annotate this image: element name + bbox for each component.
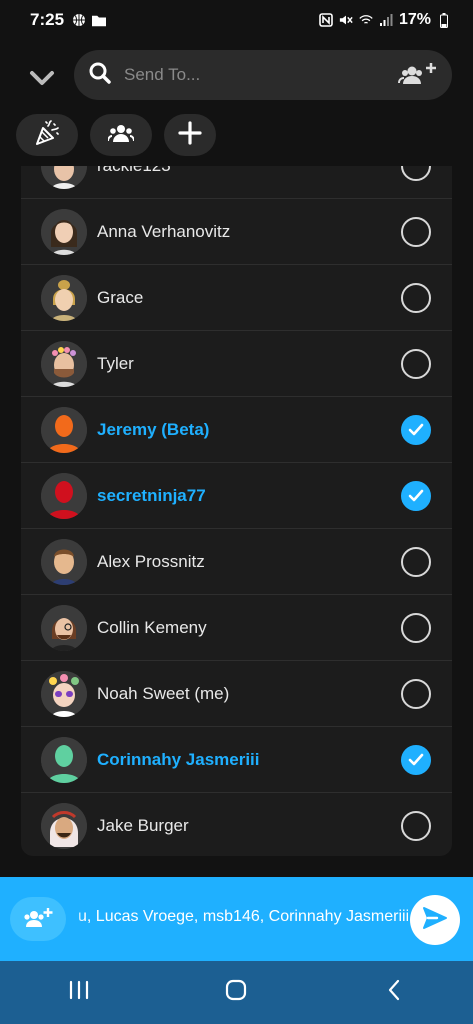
contact-name: rackie123 bbox=[97, 166, 171, 176]
avatar bbox=[41, 472, 87, 519]
battery-percent: 17% bbox=[398, 11, 431, 28]
select-checkbox[interactable] bbox=[401, 216, 431, 247]
contact-list: rackie123 Anna Verhanovitz Grace Tyler J… bbox=[21, 166, 452, 856]
contact-row[interactable]: Alex Prossnitz bbox=[21, 529, 452, 595]
status-left-icons bbox=[72, 13, 107, 27]
send-bar: u, Lucas Vroege, msb146, Corinnahy Jasme… bbox=[0, 877, 473, 961]
party-popper-icon bbox=[34, 119, 60, 151]
avatar bbox=[41, 406, 87, 453]
select-checkbox[interactable] bbox=[401, 282, 431, 313]
back-button[interactable] bbox=[364, 971, 424, 1015]
select-checkbox[interactable] bbox=[401, 612, 431, 643]
search-bar[interactable]: Send To... bbox=[74, 50, 452, 100]
select-checkbox[interactable] bbox=[401, 480, 431, 511]
contact-row[interactable]: Noah Sweet (me) bbox=[21, 661, 452, 727]
send-to-header: Send To... bbox=[0, 40, 473, 166]
contact-row[interactable]: Grace bbox=[21, 265, 452, 331]
status-right: 17% bbox=[319, 11, 451, 29]
add-group-icon bbox=[22, 906, 54, 933]
home-icon bbox=[225, 979, 247, 1006]
basketball-icon bbox=[72, 13, 86, 27]
recent-apps-button[interactable] bbox=[49, 971, 109, 1015]
system-nav-bar bbox=[0, 961, 473, 1024]
wifi-icon bbox=[359, 13, 373, 27]
send-button[interactable] bbox=[410, 895, 460, 945]
select-checkbox[interactable] bbox=[401, 546, 431, 577]
status-time: 7:25 bbox=[30, 10, 65, 29]
signal-icon bbox=[379, 13, 393, 27]
nfc-icon bbox=[319, 13, 333, 27]
contact-row[interactable]: Collin Kemeny bbox=[21, 595, 452, 661]
contact-row[interactable]: rackie123 bbox=[21, 166, 452, 199]
group-icon bbox=[107, 123, 135, 148]
avatar bbox=[41, 340, 87, 387]
contact-name: Noah Sweet (me) bbox=[97, 683, 230, 703]
checkmark-icon bbox=[408, 753, 424, 765]
select-checkbox[interactable] bbox=[401, 348, 431, 379]
send-arrow-icon bbox=[421, 905, 449, 936]
contact-name: Grace bbox=[97, 287, 144, 307]
party-button[interactable] bbox=[16, 114, 78, 156]
new-group-button[interactable] bbox=[164, 114, 216, 156]
contact-row[interactable]: Jake Burger bbox=[21, 793, 452, 856]
search-icon bbox=[88, 61, 112, 90]
mute-icon bbox=[339, 13, 353, 27]
chevron-down-icon[interactable] bbox=[26, 62, 58, 94]
groups-button[interactable] bbox=[90, 114, 152, 156]
add-group-icon[interactable] bbox=[398, 60, 438, 91]
contact-name: Alex Prossnitz bbox=[97, 551, 205, 571]
status-bar: 7:25 17% bbox=[0, 0, 473, 40]
contact-name: Corinnahy Jasmeriii bbox=[97, 749, 260, 769]
contact-name: Tyler bbox=[97, 353, 134, 373]
recipients-fade bbox=[66, 897, 84, 941]
avatar bbox=[41, 208, 87, 255]
avatar bbox=[41, 166, 87, 189]
checkmark-icon bbox=[408, 489, 424, 501]
avatar bbox=[41, 604, 87, 651]
select-checkbox[interactable] bbox=[401, 678, 431, 709]
contact-row[interactable]: Tyler bbox=[21, 331, 452, 397]
back-icon bbox=[387, 979, 401, 1006]
contact-name: Jake Burger bbox=[97, 816, 189, 835]
contact-name: Jeremy (Beta) bbox=[97, 419, 210, 439]
checkmark-icon bbox=[408, 423, 424, 435]
battery-icon bbox=[437, 12, 451, 28]
contact-name: Collin Kemeny bbox=[97, 617, 207, 637]
folder-icon bbox=[92, 13, 107, 27]
recent-apps-icon bbox=[68, 980, 90, 1005]
select-checkbox[interactable] bbox=[401, 811, 431, 841]
plus-icon bbox=[178, 120, 202, 150]
create-group-button[interactable] bbox=[10, 897, 66, 941]
avatar bbox=[41, 538, 87, 585]
avatar bbox=[41, 803, 87, 849]
avatar bbox=[41, 670, 87, 717]
contact-row[interactable]: Corinnahy Jasmeriii bbox=[21, 727, 452, 793]
contact-row[interactable]: Anna Verhanovitz bbox=[21, 199, 452, 265]
home-button[interactable] bbox=[206, 971, 266, 1015]
avatar bbox=[41, 736, 87, 783]
select-checkbox[interactable] bbox=[401, 166, 431, 181]
contact-name: secretninja77 bbox=[97, 485, 206, 505]
contact-name: Anna Verhanovitz bbox=[97, 221, 231, 241]
search-input[interactable]: Send To... bbox=[124, 65, 398, 85]
contact-row[interactable]: Jeremy (Beta) bbox=[21, 397, 452, 463]
avatar bbox=[41, 274, 87, 321]
contact-row[interactable]: secretninja77 bbox=[21, 463, 452, 529]
select-checkbox[interactable] bbox=[401, 414, 431, 445]
select-checkbox[interactable] bbox=[401, 744, 431, 775]
selected-recipients: u, Lucas Vroege, msb146, Corinnahy Jasme… bbox=[78, 908, 408, 925]
